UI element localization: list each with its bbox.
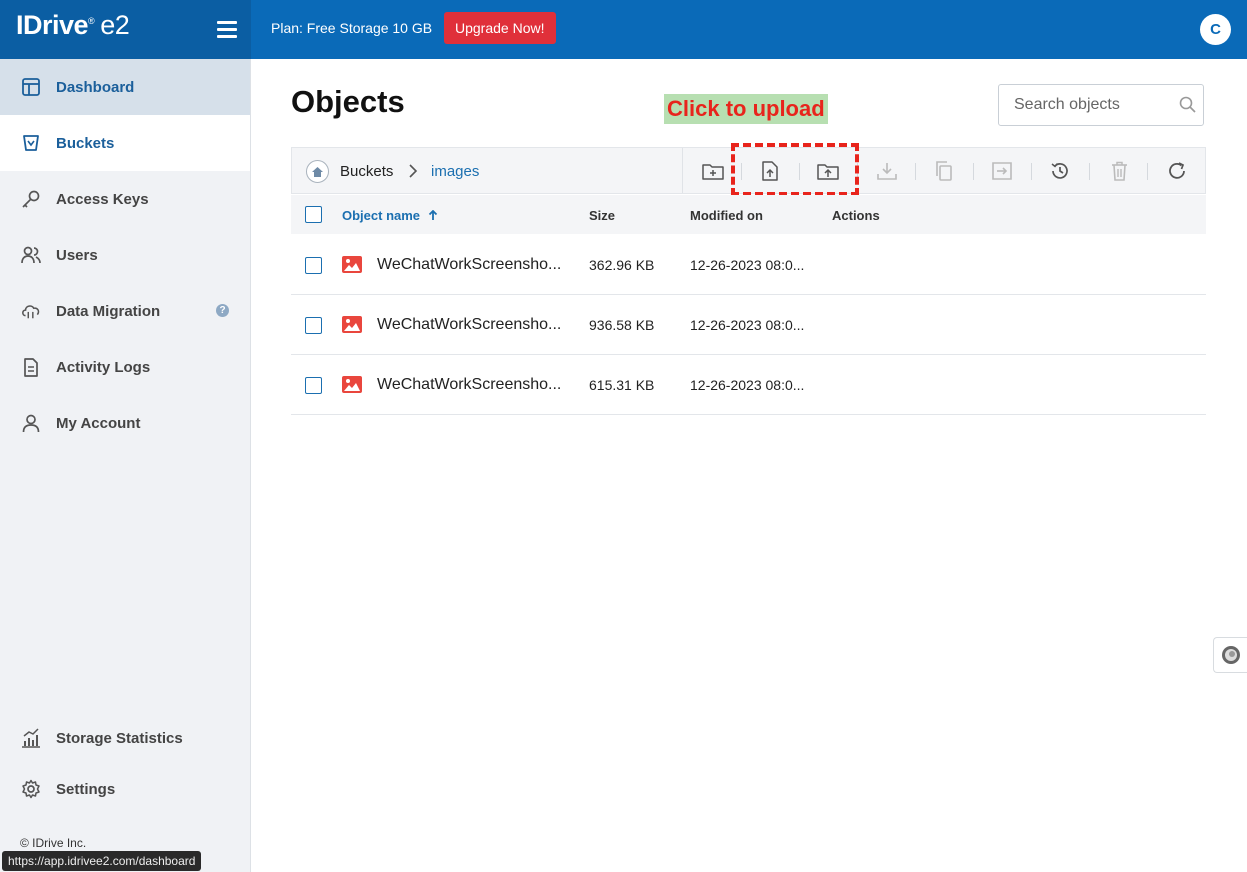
users-icon	[21, 245, 41, 265]
refresh-icon[interactable]	[1165, 159, 1189, 183]
sidebar-item-data-migration[interactable]: Data Migration	[0, 283, 250, 339]
status-url: https://app.idrivee2.com/dashboard	[2, 851, 202, 871]
hamburger-menu-icon[interactable]	[217, 21, 237, 38]
object-size: 936.58 KB	[589, 317, 655, 333]
breadcrumb-current[interactable]: images	[431, 163, 479, 180]
sort-arrow-up-icon	[428, 209, 437, 220]
sidebar-item-label: Settings	[56, 780, 116, 798]
toolbar-divider	[682, 148, 683, 193]
upload-callout: Click to upload	[664, 94, 828, 124]
upload-file-icon[interactable]	[758, 159, 782, 183]
support-widget-icon[interactable]	[1213, 637, 1247, 673]
sidebar-item-label: Users	[56, 246, 98, 264]
download-icon[interactable]	[875, 159, 899, 183]
sidebar-item-users[interactable]: Users	[0, 227, 250, 283]
top-bar: IDrive® e2 Plan: Free Storage 10 GB Upgra…	[0, 0, 1247, 59]
image-file-icon	[342, 256, 362, 278]
sidebar-item-label: Storage Statistics	[56, 729, 183, 747]
dashboard-icon	[21, 77, 41, 97]
upgrade-button[interactable]: Upgrade Now!	[444, 12, 556, 44]
image-file-icon	[342, 376, 362, 398]
object-name[interactable]: WeChatWorkScreensho...	[377, 256, 561, 274]
object-size: 615.31 KB	[589, 377, 655, 393]
sidebar-item-storage-statistics[interactable]: Storage Statistics	[0, 710, 250, 766]
copyright-text: © IDrive Inc.	[20, 836, 87, 850]
delete-icon[interactable]	[1107, 159, 1131, 183]
column-object-name[interactable]: Object name	[342, 208, 438, 223]
logo-area: IDrive® e2	[0, 0, 251, 59]
object-modified: 12-26-2023 08:0...	[690, 317, 805, 333]
select-all-checkbox[interactable]	[305, 206, 322, 223]
sidebar-item-label: Dashboard	[56, 78, 135, 96]
key-icon	[21, 189, 41, 209]
row-checkbox[interactable]	[305, 317, 322, 334]
document-icon	[21, 357, 41, 377]
sidebar-item-dashboard[interactable]: Dashboard	[0, 59, 250, 115]
sidebar-item-label: Access Keys	[56, 190, 149, 208]
column-actions: Actions	[832, 208, 880, 223]
sidebar-item-label: My Account	[56, 414, 141, 432]
object-name[interactable]: WeChatWorkScreensho...	[377, 316, 561, 334]
upload-folder-icon[interactable]	[816, 159, 840, 183]
column-size[interactable]: Size	[589, 208, 615, 223]
user-icon	[21, 413, 41, 433]
table-row[interactable]: WeChatWorkScreensho... 936.58 KB 12-26-2…	[291, 295, 1206, 355]
object-modified: 12-26-2023 08:0...	[690, 257, 805, 273]
gear-icon	[21, 779, 41, 799]
cloud-migration-icon	[21, 301, 41, 321]
move-icon[interactable]	[990, 159, 1014, 183]
plan-text: Plan: Free Storage 10 GB	[271, 20, 433, 36]
objects-toolbar: Buckets images	[291, 147, 1206, 194]
version-history-icon[interactable]	[1048, 159, 1072, 183]
home-icon[interactable]	[306, 160, 329, 183]
avatar[interactable]: C	[1200, 14, 1231, 45]
sidebar-item-label: Data Migration	[56, 302, 161, 320]
logo-text: IDrive	[16, 10, 89, 40]
bucket-icon	[21, 133, 41, 153]
chevron-right-icon	[408, 163, 418, 184]
copy-icon[interactable]	[931, 159, 955, 183]
search-input[interactable]	[999, 85, 1174, 125]
object-modified: 12-26-2023 08:0...	[690, 377, 805, 393]
sidebar-item-activity-logs[interactable]: Activity Logs	[0, 339, 250, 395]
column-modified-on[interactable]: Modified on	[690, 208, 763, 223]
sidebar: Dashboard Buckets Access Keys Users Data…	[0, 59, 251, 872]
object-size: 362.96 KB	[589, 257, 655, 273]
table-row[interactable]: WeChatWorkScreensho... 615.31 KB 12-26-2…	[291, 355, 1206, 415]
logo-registered: ®	[88, 16, 95, 26]
search-box	[998, 84, 1204, 126]
new-folder-icon[interactable]	[701, 159, 725, 183]
image-file-icon	[342, 316, 362, 338]
sidebar-item-label: Activity Logs	[56, 358, 151, 376]
logo-suffix: e2	[100, 10, 130, 40]
help-icon[interactable]: ?	[216, 304, 229, 317]
statistics-icon	[21, 728, 41, 748]
object-name[interactable]: WeChatWorkScreensho...	[377, 376, 561, 394]
breadcrumb-buckets[interactable]: Buckets	[340, 163, 393, 180]
search-icon[interactable]	[1179, 96, 1196, 118]
sidebar-item-access-keys[interactable]: Access Keys	[0, 171, 250, 227]
sidebar-item-my-account[interactable]: My Account	[0, 395, 250, 451]
table-header: Object name Size Modified on Actions	[291, 195, 1206, 234]
row-checkbox[interactable]	[305, 257, 322, 274]
sidebar-item-settings[interactable]: Settings	[0, 761, 250, 817]
sidebar-item-label: Buckets	[56, 134, 115, 152]
logo[interactable]: IDrive® e2	[16, 10, 130, 41]
page-title: Objects	[291, 84, 405, 119]
sidebar-item-buckets[interactable]: Buckets	[0, 115, 250, 171]
table-row[interactable]: WeChatWorkScreensho... 362.96 KB 12-26-2…	[291, 235, 1206, 295]
row-checkbox[interactable]	[305, 377, 322, 394]
